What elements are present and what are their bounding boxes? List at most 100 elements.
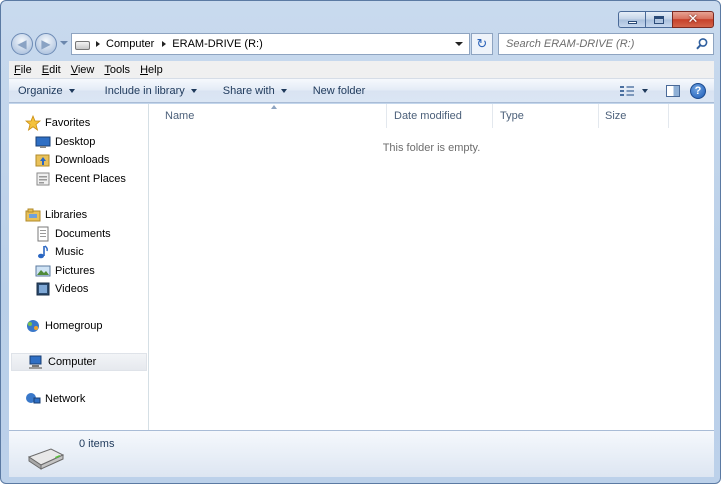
item-count: 0 items — [79, 438, 115, 450]
address-bar[interactable]: Computer ERAM-DRIVE (R:) — [71, 33, 470, 55]
share-dropdown-icon — [280, 88, 287, 93]
recent-pages-dropdown[interactable] — [60, 41, 68, 45]
nav-computer[interactable]: Computer — [11, 353, 147, 371]
menu-tools[interactable]: Tools — [99, 64, 135, 76]
nav-videos-label: Videos — [55, 283, 89, 295]
include-dropdown-icon — [190, 88, 197, 93]
column-header-size[interactable]: Size — [599, 104, 669, 128]
forward-button[interactable]: ▶ — [35, 33, 57, 55]
nav-recent-places[interactable]: Recent Places — [9, 170, 147, 188]
homegroup-icon — [27, 320, 39, 332]
column-header-date-modified[interactable]: Date modified — [387, 104, 493, 128]
navigation-row: ◀ ▶ Computer ERAM-DRIVE (R:) ↻ — [11, 33, 714, 57]
close-button[interactable]: ✕ — [672, 11, 714, 28]
maximize-icon — [654, 15, 664, 24]
breadcrumb-chevron-icon[interactable] — [96, 41, 100, 47]
libraries-icon — [25, 208, 41, 222]
forward-arrow-icon: ▶ — [41, 37, 51, 51]
details-pane: 0 items — [9, 430, 714, 477]
search-icon[interactable] — [695, 37, 709, 51]
nav-libraries[interactable]: Libraries — [9, 206, 147, 224]
column-header-type[interactable]: Type — [493, 104, 599, 128]
column-name-label: Name — [165, 110, 195, 122]
breadcrumb-computer[interactable]: Computer — [106, 38, 154, 50]
computer-icon — [29, 355, 42, 369]
nav-desktop[interactable]: Desktop — [9, 133, 147, 151]
nav-favorites[interactable]: Favorites — [9, 114, 147, 132]
maximize-button[interactable] — [645, 11, 672, 28]
minimize-icon — [627, 21, 637, 24]
refresh-icon: ↻ — [476, 36, 488, 51]
content-pane: Name Date modified Type Size This folder… — [149, 104, 714, 430]
nav-network[interactable]: Network — [9, 390, 147, 408]
documents-icon — [37, 226, 49, 242]
star-icon — [25, 115, 41, 131]
drive-icon — [75, 40, 90, 50]
nav-computer-label: Computer — [48, 356, 97, 368]
navigation-pane: Favorites Desktop Downloads Recent Place… — [9, 104, 149, 430]
music-icon — [38, 245, 48, 259]
close-icon: ✕ — [687, 12, 699, 27]
help-icon: ? — [694, 85, 702, 97]
nav-desktop-label: Desktop — [55, 136, 96, 148]
organize-button[interactable]: Organize — [9, 85, 84, 97]
organize-label: Organize — [18, 84, 63, 97]
column-size-label: Size — [605, 110, 627, 122]
pictures-icon — [35, 265, 51, 277]
help-button[interactable]: ? — [690, 83, 706, 99]
preview-pane-button[interactable] — [666, 85, 680, 97]
back-button[interactable]: ◀ — [11, 33, 33, 55]
breadcrumb-drive[interactable]: ERAM-DRIVE (R:) — [172, 38, 262, 50]
nav-homegroup[interactable]: Homegroup — [9, 317, 147, 335]
column-header-name[interactable]: Name — [149, 104, 387, 128]
network-icon — [26, 393, 41, 404]
videos-icon — [36, 282, 50, 296]
nav-downloads-label: Downloads — [55, 154, 110, 166]
empty-folder-message: This folder is empty. — [382, 142, 481, 154]
include-in-library-button[interactable]: Include in library — [96, 85, 206, 97]
nav-libraries-label: Libraries — [45, 209, 88, 221]
desktop-icon — [35, 136, 51, 148]
views-dropdown-icon — [642, 89, 648, 93]
nav-music[interactable]: Music — [9, 243, 147, 261]
nav-recent-places-label: Recent Places — [55, 173, 126, 185]
back-arrow-icon: ◀ — [17, 37, 27, 51]
search-input[interactable] — [499, 34, 689, 54]
change-view-button[interactable] — [612, 86, 656, 96]
nav-pictures[interactable]: Pictures — [9, 262, 147, 280]
command-bar: Organize Include in library Share with N… — [9, 79, 714, 103]
drive-icon — [27, 448, 65, 470]
refresh-button[interactable]: ↻ — [471, 33, 493, 55]
nav-downloads[interactable]: Downloads — [9, 151, 147, 169]
menu-bar: File Edit View Tools Help — [9, 61, 714, 79]
menu-view[interactable]: View — [66, 64, 100, 76]
share-with-button[interactable]: Share with — [214, 85, 296, 97]
menu-edit[interactable]: Edit — [37, 64, 66, 76]
share-with-label: Share with — [222, 84, 275, 97]
menu-file[interactable]: File — [9, 64, 37, 76]
new-folder-button[interactable]: New folder — [304, 85, 375, 97]
column-type-label: Type — [500, 110, 524, 122]
new-folder-label: New folder — [312, 84, 366, 97]
nav-videos[interactable]: Videos — [9, 280, 147, 298]
nav-documents[interactable]: Documents — [9, 225, 147, 243]
downloads-icon — [35, 154, 50, 167]
nav-documents-label: Documents — [55, 228, 111, 240]
nav-homegroup-label: Homegroup — [45, 320, 103, 332]
organize-dropdown-icon — [68, 88, 75, 93]
nav-favorites-label: Favorites — [45, 117, 91, 129]
column-date-label: Date modified — [394, 110, 462, 122]
breadcrumb-chevron-icon[interactable] — [162, 41, 167, 47]
address-dropdown-icon[interactable] — [455, 42, 463, 46]
caption-buttons: ✕ — [618, 11, 714, 28]
minimize-button[interactable] — [618, 11, 645, 28]
menu-help[interactable]: Help — [135, 64, 168, 76]
nav-pictures-label: Pictures — [55, 265, 95, 277]
command-bar-right: ? — [612, 79, 714, 103]
views-icon — [620, 86, 634, 96]
include-in-library-label: Include in library — [104, 84, 185, 97]
search-box[interactable] — [498, 33, 714, 55]
explorer-window: ✕ ◀ ▶ Computer ERAM-DRIVE (R:) ↻ File Ed… — [0, 0, 721, 484]
nav-music-label: Music — [55, 246, 84, 258]
recent-places-icon — [36, 172, 50, 186]
